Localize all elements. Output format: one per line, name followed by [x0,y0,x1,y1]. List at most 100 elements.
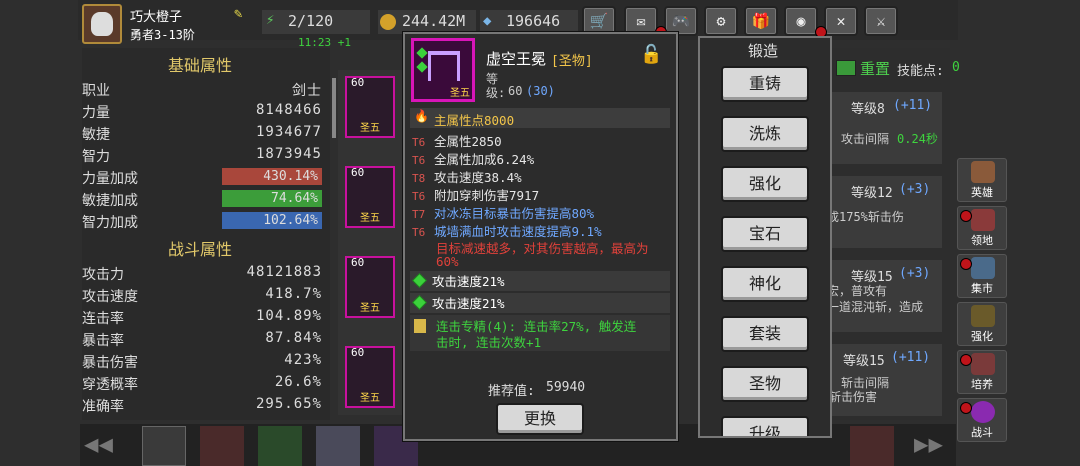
stats-panel: 基础属性 职业 剑士 力量 8148466 敏捷 1934677 智力 1873945 … [82,48,330,420]
stat-label: 准确率 [82,399,124,415]
skill-desc-2: 斩击伤害 [829,390,878,404]
crossed-button[interactable]: ⚔ [864,6,898,36]
stat-row: 暴击伤害 423% [82,350,322,372]
stat-value: 418.7% [265,286,322,302]
skill-level: 等级12 [851,186,893,201]
enhance-icon [971,305,995,327]
reroll-button[interactable]: 洗炼 [721,116,809,152]
main-stat-row: 🔥 主属性点8000 [410,108,670,128]
gift-button[interactable]: 🎁 [744,6,778,36]
gem-button[interactable]: 宝石 [721,216,809,252]
skill-desc: 攻击间隔 [841,132,890,146]
game-screen: 巧大橙子 ✎ 勇者3-13阶 ⚡ 2/120 11:23 +1 244.42M … [0,0,1080,466]
tab-label: 集市 [971,282,993,295]
stat-label: 攻击力 [82,267,124,283]
tab-hero[interactable]: 英雄 [957,158,1007,202]
recast-button[interactable]: 重铸 [721,66,809,102]
item-level-plus: (30) [526,84,555,98]
reset-button[interactable]: 重置 [860,58,890,79]
hero-slot[interactable] [200,426,244,466]
tier-label: T6 [412,190,426,203]
lock-icon[interactable]: 🔓 [640,44,662,66]
tier-label: T6 [412,226,426,239]
mark-button[interactable]: ✕ [824,6,858,36]
hero-slot[interactable] [850,426,894,466]
next-page-icon[interactable]: ▶▶ [914,430,943,458]
avatar[interactable] [82,4,122,44]
energy-box: ⚡ 2/120 [262,10,370,34]
attr-text: 攻击速度38.4% [434,170,522,185]
item-grade-badge: 圣五 [450,88,470,99]
gold-value: 244.42M [402,12,466,30]
card-grade: 圣五 [360,213,380,224]
notify-dot [960,258,972,270]
tab-label: 英雄 [971,186,993,199]
equipment-card[interactable]: 60 圣五 [345,166,395,228]
stats-scrollbar[interactable] [332,78,336,138]
relic-button[interactable]: 圣物 [721,366,809,402]
replace-button[interactable]: 更换 [496,403,584,435]
stat-row: 连击率 104.89% [82,306,322,328]
special-effect-value: 60% [436,254,459,269]
stat-value: 26.6% [274,374,322,390]
hero-slot[interactable] [316,426,360,466]
skill-level-plus: (+11) [891,350,931,365]
notify-dot [960,402,972,414]
combat-stats-title: 战斗属性 [168,240,233,259]
attr-row: T6 全属性加成6.24% [412,149,534,168]
deify-button[interactable]: 神化 [721,266,809,302]
skill-desc: 成175%斩击伤 [827,210,904,224]
equipment-card[interactable]: 60 圣五 [345,256,395,318]
stat-row: 敏捷加成 74.64% [82,188,322,210]
skill-level-plus: (+11) [893,98,933,113]
stat-label: 敏捷 [82,127,110,143]
equipment-card[interactable]: 60 圣五 [345,346,395,408]
energy-value: 2/120 [288,12,334,30]
prev-page-icon[interactable]: ◀◀ [84,430,113,458]
reset-icon[interactable] [836,60,856,76]
edit-name-icon[interactable]: ✎ [234,6,242,22]
color-wheel-icon: ◉ [796,12,806,30]
set-button[interactable]: 套装 [721,316,809,352]
skill-level: 等级15 [843,354,885,369]
hero-slot[interactable] [258,426,302,466]
gem-row: 攻击速度21% [410,293,670,313]
enhance-button[interactable]: 强化 [721,166,809,202]
stat-row: 暴击率 87.84% [82,328,322,350]
stat-row: 攻击力 48121883 [82,262,322,284]
recommend-label: 推荐值: [488,384,535,399]
castle-icon [971,209,995,231]
stat-label: 穿透概率 [82,377,138,393]
upgrade-button[interactable]: 升级 [721,416,809,436]
wheel-button[interactable]: ◉ [784,6,818,36]
gem-row: 攻击速度21% [410,271,670,291]
tab-enhance[interactable]: 强化 [957,302,1007,346]
attr-row: T7 对冰冻目标暴击伤害提高80% [412,203,594,222]
tab-label: 领地 [971,234,993,247]
flame-icon: 🔥 [414,109,429,123]
sword-cross-icon: ✕ [836,12,846,30]
player-rank: 勇者3-13阶 [130,28,195,42]
green-gem-icon [412,273,427,288]
cart-icon: 🛒 [589,12,609,30]
stat-label: 职业 [82,83,110,99]
stat-value: 87.84% [265,330,322,346]
stat-value: 1934677 [255,124,322,140]
settings-button[interactable]: ⚙ [704,6,738,36]
book-icon [414,319,426,333]
notify-dot [960,210,972,222]
attr-row: T6 全属性2850 [412,131,502,150]
strength-bonus-bar: 430.14% [222,168,322,185]
tab-label: 战斗 [971,426,993,439]
tier-label: T7 [412,208,426,221]
card-grade: 圣五 [360,393,380,404]
equipment-card[interactable]: 60 圣五 [345,76,395,138]
stat-row: 敏捷 1934677 [82,122,322,144]
stat-label: 暴击率 [82,333,124,349]
gem-box: ◆ 196646 [480,10,578,34]
special-effect: 目标减速越多，对其伤害越高，最高为 [436,241,649,256]
skill-desc-value: 0.24秒 [897,132,938,146]
crossed-swords-icon: ⚔ [876,12,886,30]
stat-row: 准确率 295.65% [82,394,322,416]
hero-slot[interactable] [142,426,186,466]
